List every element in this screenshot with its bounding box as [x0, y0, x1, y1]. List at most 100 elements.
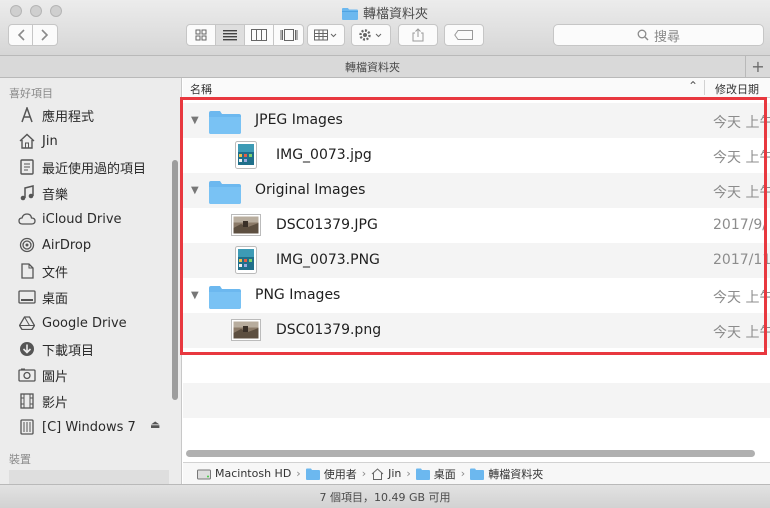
window-toolbar: 轉檔資料夾 搜尋 — [0, 0, 770, 56]
status-text: 7 個項目，10.49 GB 可用 — [319, 490, 451, 504]
column-name-header[interactable]: 名稱 — [190, 81, 212, 97]
sidebar-heading-devices: 裝置 — [9, 453, 31, 466]
sidebar-item-label: 影片 — [42, 395, 69, 411]
share-button[interactable] — [398, 24, 438, 46]
sidebar-item-label: [C] Windows 7 — [42, 419, 136, 435]
path-segment[interactable]: Jin — [371, 467, 401, 480]
chevron-right-icon — [41, 29, 49, 41]
sidebar-item[interactable]: 下載項目 — [18, 337, 168, 361]
tab-current[interactable]: 轉檔資料夾 — [0, 59, 745, 75]
sort-ascending-icon[interactable]: ⌃ — [688, 79, 698, 93]
sidebar-item[interactable]: Google Drive — [18, 311, 168, 335]
path-segment[interactable]: 轉檔資料夾 — [470, 466, 543, 482]
path-segment[interactable]: Macintosh HD — [197, 467, 291, 480]
path-segment-label: Jin — [388, 467, 402, 480]
forward-button[interactable] — [33, 25, 57, 45]
empty-row — [183, 418, 770, 450]
path-separator-icon: › — [460, 467, 466, 480]
sidebar-item[interactable]: iCloud Drive — [18, 207, 168, 231]
sidebar-item-label: 最近使用過的項目 — [42, 161, 147, 177]
back-button[interactable] — [9, 25, 33, 45]
column-date-header[interactable]: 修改日期 — [715, 81, 759, 97]
empty-row — [183, 383, 770, 418]
sidebar-item[interactable]: 最近使用過的項目 — [18, 155, 168, 179]
sidebar-item-label: Jin — [42, 133, 58, 149]
google-drive-icon — [18, 314, 36, 332]
gallery-icon — [280, 29, 297, 41]
desktop-icon — [18, 288, 36, 306]
icon-view-button[interactable] — [187, 25, 216, 45]
sidebar-item[interactable]: 圖片 — [18, 363, 168, 387]
path-segment[interactable]: 使用者 — [305, 466, 357, 482]
search-placeholder: 搜尋 — [653, 29, 680, 45]
sidebar-item-label: 應用程式 — [42, 109, 95, 125]
sidebar-item-label: 桌面 — [42, 291, 69, 307]
documents-icon — [18, 262, 36, 280]
music-icon — [18, 184, 36, 202]
share-icon — [412, 28, 424, 42]
tags-button[interactable] — [444, 24, 484, 46]
sidebar-item[interactable]: AirDrop — [18, 233, 168, 257]
list-view-button[interactable] — [216, 25, 245, 45]
sidebar-item[interactable]: 桌面 — [18, 285, 168, 309]
path-separator-icon: › — [296, 467, 301, 480]
path-segment-label: Macintosh HD — [215, 467, 292, 480]
sidebar-item-label: iCloud Drive — [42, 211, 122, 227]
recents-icon — [18, 158, 36, 176]
path-bar: Macintosh HD › 使用者 › Jin › 桌面 › 轉檔資料夾 — [183, 462, 770, 484]
disk-icon — [18, 418, 36, 436]
path-segment[interactable]: 桌面 — [415, 466, 456, 482]
sidebar-device-item[interactable] — [9, 470, 169, 484]
sidebar-item-label: 下載項目 — [42, 343, 95, 359]
sidebar-scrollbar[interactable] — [172, 160, 178, 400]
status-bar: 7 個項目，10.49 GB 可用 — [0, 484, 770, 508]
tag-icon — [454, 30, 473, 40]
column-view-button[interactable] — [245, 25, 274, 45]
nav-buttons — [8, 24, 58, 46]
pictures-icon — [18, 366, 36, 384]
path-separator-icon: › — [361, 467, 367, 480]
sidebar-item-label: 音樂 — [42, 187, 69, 203]
sidebar-item[interactable]: Jin — [18, 129, 168, 153]
sidebar-item[interactable]: 應用程式 — [18, 103, 168, 127]
path-segment-label: 桌面 — [433, 467, 456, 481]
sidebar-item[interactable]: [C] Windows 7 — [18, 415, 168, 439]
action-button[interactable] — [351, 24, 391, 46]
window-title: 轉檔資料夾 — [362, 7, 428, 22]
path-separator-icon: › — [406, 467, 411, 480]
search-field[interactable]: 搜尋 — [553, 24, 764, 46]
highlight-box — [180, 97, 767, 355]
sidebar-item[interactable]: 音樂 — [18, 181, 168, 205]
new-tab-button[interactable]: + — [745, 56, 770, 77]
sidebar-item-label: 文件 — [42, 265, 69, 281]
hard-drive-icon — [197, 468, 211, 480]
cloud-icon — [18, 210, 36, 228]
applications-icon — [18, 106, 36, 124]
sidebar-heading-favorites: 喜好項目 — [9, 87, 53, 100]
airdrop-icon — [18, 236, 36, 254]
sidebar-item[interactable]: 文件 — [18, 259, 168, 283]
gear-icon — [359, 29, 382, 41]
home-icon — [18, 132, 36, 150]
sidebar-item-label: 圖片 — [42, 369, 69, 385]
sidebar: 喜好項目 應用程式 Jin 最近使用過的項目 音樂 iCloud Drive AirDro… — [0, 78, 182, 484]
list-column-header: 名稱 ⌃ 修改日期 — [183, 78, 770, 98]
sidebar-item[interactable]: 影片 — [18, 389, 168, 413]
folder-icon — [415, 468, 430, 480]
grid-icon — [195, 29, 207, 41]
column-divider[interactable] — [704, 80, 705, 95]
sidebar-item-label: Google Drive — [42, 315, 127, 331]
sidebar-item-label: AirDrop — [42, 237, 92, 253]
horizontal-scrollbar[interactable] — [186, 450, 755, 457]
list-icon — [223, 30, 237, 41]
path-segment-label: 轉檔資料夾 — [488, 467, 544, 481]
chevron-left-icon — [17, 29, 25, 41]
eject-icon[interactable]: ⏏ — [150, 418, 160, 431]
folder-icon — [305, 468, 320, 480]
tab-bar: 轉檔資料夾 + — [0, 56, 770, 78]
gallery-view-button[interactable] — [274, 25, 303, 45]
folder-icon — [341, 7, 358, 24]
search-icon — [637, 29, 649, 41]
arrange-button[interactable] — [307, 24, 345, 46]
folder-icon — [470, 468, 485, 480]
